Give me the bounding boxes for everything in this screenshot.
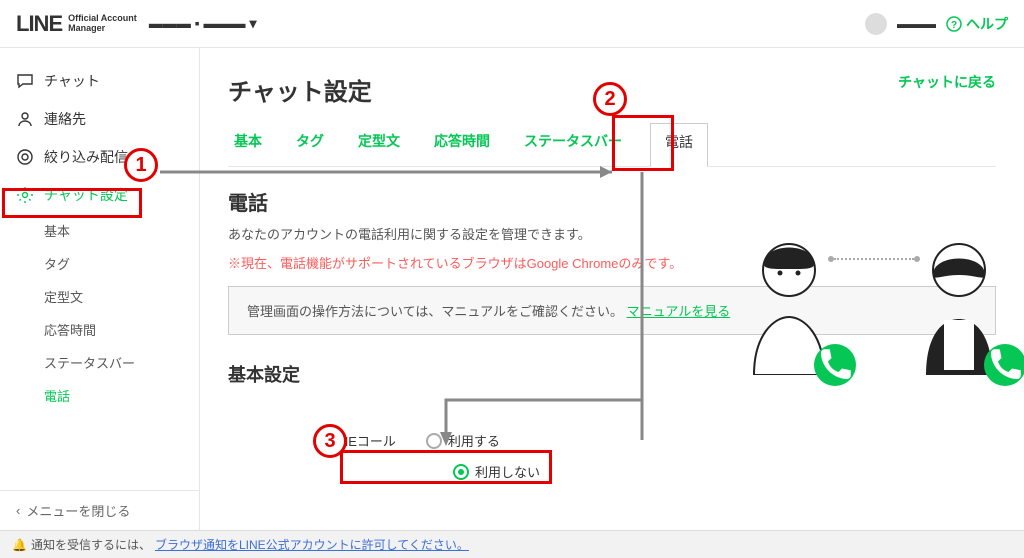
browser-notif-link[interactable]: ブラウザ通知をLINE公式アカウントに許可してください。 [155,536,469,553]
chevron-left-icon: ‹ [16,503,20,518]
manual-link[interactable]: マニュアルを見る [627,304,731,319]
sidebar-item-chat[interactable]: チャット [0,62,199,100]
sidebar-item-narrowcast[interactable]: 絞り込み配信 [0,138,199,176]
svg-text:?: ? [951,20,957,31]
line-call-row: LINEコール 利用する [228,425,996,456]
tab-phone[interactable]: 電話 [650,123,708,167]
logo: LINE [16,11,62,37]
radio-use[interactable]: 利用する [426,431,500,450]
target-icon [16,148,34,166]
sidebar-sub-hours[interactable]: 応答時間 [0,313,199,346]
user-name: ▬▬▬ [897,16,936,31]
sidebar-sub-phone[interactable]: 電話 [0,379,199,412]
sidebar-collapse[interactable]: ‹ メニューを閉じる [0,490,199,530]
contacts-icon [16,110,34,128]
notification-footer: 🔔 通知を受信するには、 ブラウザ通知をLINE公式アカウントに許可してください… [0,530,1024,558]
chat-icon [16,72,34,90]
tab-hours[interactable]: 応答時間 [428,123,496,166]
sidebar-sub-basic[interactable]: 基本 [0,214,199,247]
phone-illustration [734,208,1014,378]
sidebar-sub-tag[interactable]: タグ [0,247,199,280]
avatar-icon[interactable] [865,13,887,35]
line-call-label: LINEコール [328,431,396,450]
back-to-chat-link[interactable]: チャットに戻る [898,72,996,92]
tabs: 基本 タグ 定型文 応答時間 ステータスバー 電話 [228,123,996,167]
topbar: LINE Official Account Manager ▬▬▬ ▪ ▬▬▬ … [0,0,1024,48]
radio-icon [426,433,442,449]
account-switcher[interactable]: ▬▬▬ ▪ ▬▬▬ ▾ [149,15,257,32]
tab-basic[interactable]: 基本 [228,123,268,166]
sidebar-item-chat-settings[interactable]: チャット設定 [0,176,199,214]
help-link[interactable]: ? ヘルプ [946,14,1008,34]
page-title: チャット設定 [228,72,372,107]
tab-tag[interactable]: タグ [290,123,330,166]
logo-sub2: Manager [68,24,137,34]
bell-icon: 🔔 [12,538,27,552]
tab-statusbar[interactable]: ステータスバー [518,123,628,166]
sidebar-sub-template[interactable]: 定型文 [0,280,199,313]
sidebar: チャット 連絡先 絞り込み配信 チャット設定 基本 タグ 定型文 応答時間 ステ… [0,48,200,530]
sidebar-item-contacts[interactable]: 連絡先 [0,100,199,138]
gear-icon [16,186,34,204]
line-call-row-2: 利用しない [228,456,996,487]
radio-icon [453,464,469,480]
main-content: チャット設定 チャットに戻る 基本 タグ 定型文 応答時間 ステータスバー 電話… [200,48,1024,530]
radio-not-use[interactable]: 利用しない [453,462,540,481]
sidebar-sub-statusbar[interactable]: ステータスバー [0,346,199,379]
tab-template[interactable]: 定型文 [352,123,406,166]
